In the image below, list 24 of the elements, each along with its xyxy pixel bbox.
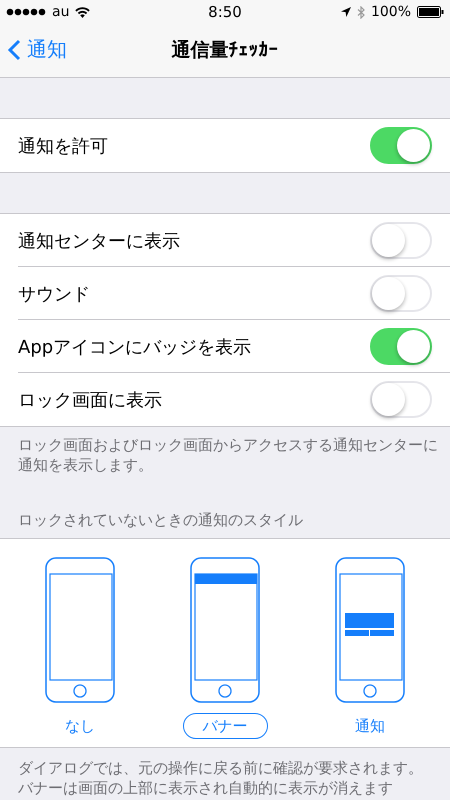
section-header: ロックされていないときの通知のスタイル (17, 510, 304, 531)
clock-time: 8:50 (208, 3, 242, 21)
setting-label: 通知を許可 (18, 134, 108, 158)
battery-percent: 100% (370, 4, 411, 20)
style-option[interactable]: バナー (182, 713, 268, 739)
toggle-switch[interactable] (370, 127, 432, 164)
setting-label: ロック画面に表示 (18, 388, 162, 412)
toggle-switch[interactable] (370, 328, 432, 365)
carrier-name: au (52, 4, 70, 20)
location-icon (340, 7, 351, 17)
wifi-icon (75, 6, 90, 18)
setting-label: 通知センターに表示 (18, 230, 180, 252)
style-option[interactable]: 通知 (328, 713, 412, 739)
signal-icon (6, 8, 46, 16)
footer-note: ロック画面およびロック画面からアクセスする通知センターに通知を表示します。 (17, 435, 439, 475)
battery-icon (417, 6, 444, 18)
footer-note: ダイアログでは、元の操作に戻る前に確認が要求されます。バナーは画面の上部に表示され自動的に表示が消えます (17, 758, 424, 798)
style-option[interactable]: なし (38, 713, 122, 739)
back-chevron-icon (8, 38, 21, 60)
back-button[interactable]: 通知 (8, 36, 67, 63)
setting-label: Appアイコンにバッジを表示 (18, 336, 252, 358)
screen-title: 通信量ﾁｪｯｶｰ (172, 38, 278, 63)
bluetooth-icon (356, 6, 365, 18)
setting-label: サウンド (18, 282, 90, 306)
